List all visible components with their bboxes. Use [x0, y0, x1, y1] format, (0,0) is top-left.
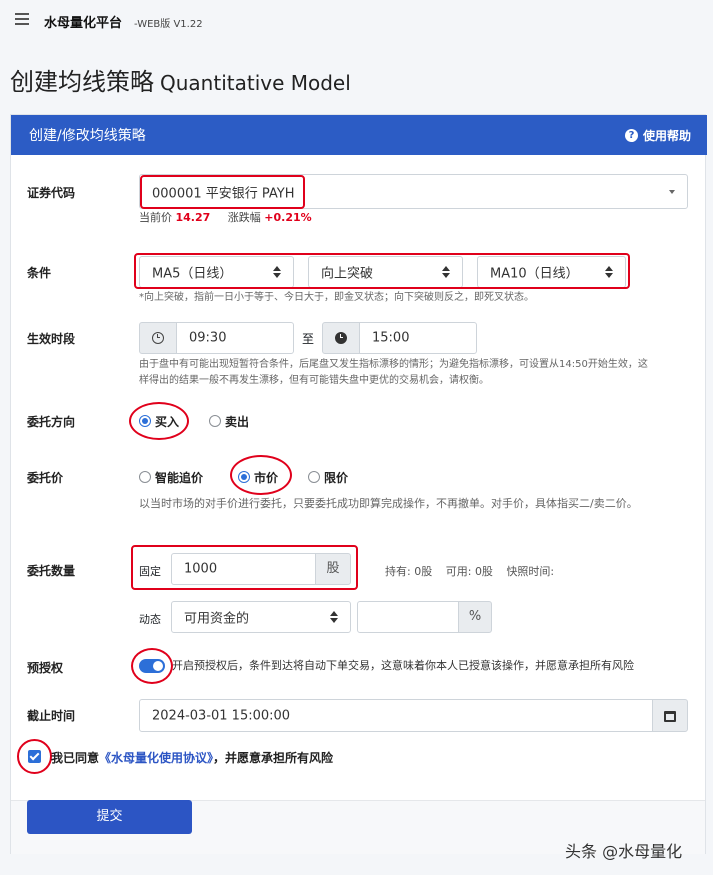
smart-price-radio[interactable] — [139, 471, 151, 483]
submit-button[interactable]: 提交 — [27, 800, 192, 834]
snapshot-label: 快照时间: — [506, 565, 555, 578]
buy-radio[interactable] — [139, 415, 151, 427]
period-hint-2: 样得出的结果一般不再发生漂移，但有可能错失盘中更优的交易机会，请权衡。 — [139, 375, 489, 386]
market-price-radio[interactable] — [238, 471, 250, 483]
price-label: 当前价 — [139, 211, 172, 224]
ma-right-value: MA10（日线） — [490, 266, 579, 282]
top-bar: 水母量化平台 -WEB版 V1.22 — [0, 0, 713, 44]
agreement-link[interactable]: 《水母量化使用协议》 — [99, 751, 213, 765]
dynamic-select[interactable]: 可用资金的 — [171, 601, 351, 633]
app-title: 水母量化平台 — [44, 16, 123, 31]
preauth-label: 预授权 — [27, 661, 64, 675]
agreement-prefix: 我已同意 — [51, 751, 100, 765]
security-value: 000001 平安银行 PAYH — [152, 186, 295, 201]
security-select[interactable]: 000001 平安银行 PAYH — [139, 174, 688, 209]
cross-select[interactable]: 向上突破 — [308, 256, 463, 288]
quantity-unit: 股 — [315, 553, 351, 585]
sell-radio[interactable] — [209, 415, 221, 427]
limit-price-label[interactable]: 限价 — [324, 469, 348, 486]
condition-label: 条件 — [27, 266, 52, 280]
agreement-text: 我已同意《水母量化使用协议》，并愿意承担所有风险 — [51, 749, 333, 766]
price-type-label: 委托价 — [27, 471, 64, 485]
hold-value: 0股 — [414, 565, 433, 578]
strategy-form-card: 创建/修改均线策略 ? 使用帮助 — [10, 114, 707, 854]
price-value: 14.27 — [175, 211, 211, 224]
start-time-input[interactable]: 09:30 — [176, 322, 294, 354]
dynamic-select-value: 可用资金的 — [184, 611, 250, 627]
clock-addon — [322, 322, 360, 354]
smart-price-label[interactable]: 智能追价 — [155, 469, 203, 486]
security-label: 证券代码 — [27, 186, 76, 200]
watermark: 头条 @水母量化 — [565, 842, 683, 861]
quantity-label: 委托数量 — [27, 564, 76, 578]
ma-left-value: MA5（日线） — [152, 266, 233, 282]
clock-icon — [335, 332, 347, 344]
agreement-suffix: ，并愿意承担所有风险 — [213, 751, 334, 765]
agreement-checkbox[interactable] — [28, 750, 41, 763]
page-subtitle: Quantitative Model — [160, 71, 351, 95]
avail-value: 0股 — [474, 565, 493, 578]
ma-left-select[interactable]: MA5（日线） — [139, 256, 294, 288]
calendar-button[interactable] — [652, 699, 688, 732]
calendar-icon — [664, 710, 676, 722]
end-time-input[interactable]: 15:00 — [359, 322, 477, 354]
percent-unit: % — [458, 601, 492, 633]
select-arrows-icon — [442, 266, 450, 278]
dynamic-label: 动态 — [139, 613, 161, 626]
select-arrows-icon — [273, 266, 281, 278]
preauth-toggle[interactable] — [139, 659, 165, 673]
app-version: -WEB版 V1.22 — [134, 19, 203, 30]
limit-price-radio[interactable] — [308, 471, 320, 483]
quote-line: 当前价 14.27 涨跌幅 +0.21% — [139, 210, 312, 226]
holdings-line: 持有: 0股 可用: 0股 快照时间: — [385, 563, 554, 579]
card-header: 创建/修改均线策略 ? 使用帮助 — [11, 115, 707, 155]
change-value: +0.21% — [264, 211, 312, 224]
avail-label: 可用: — [445, 565, 472, 578]
page-title: 创建均线策略 Quantitative Model — [10, 62, 351, 97]
chevron-down-icon — [669, 189, 675, 194]
help-link[interactable]: ? 使用帮助 — [624, 127, 691, 144]
period-to: 至 — [302, 332, 315, 346]
clock-addon — [139, 322, 177, 354]
deadline-input[interactable]: 2024-03-01 15:00:00 — [139, 699, 653, 732]
hold-label: 持有: — [385, 565, 411, 578]
end-time-value: 15:00 — [372, 330, 410, 346]
period-label: 生效时段 — [27, 332, 76, 346]
preauth-text: 开启预授权后，条件到达将自动下单交易，这意味着你本人已授意该操作，并愿意承担所有… — [172, 659, 634, 672]
condition-hint: *向上突破，指前一日小于等于、今日大于，即金叉状态；向下突破则反之，即死叉状态。 — [139, 292, 534, 303]
price-type-hint: 以当时市场的对手价进行委托，只要委托成功即算完成操作，不再撤单。对手价，具体指买… — [139, 497, 638, 510]
cross-value: 向上突破 — [321, 266, 374, 282]
ma-right-select[interactable]: MA10（日线） — [477, 256, 626, 288]
change-label: 涨跌幅 — [227, 211, 261, 224]
quantity-input[interactable]: 1000 — [171, 553, 316, 585]
question-icon: ? — [624, 129, 638, 142]
period-hint-1: 由于盘中有可能出现短暂符合条件，后尾盘又发生指标漂移的情形；为避免指标漂移，可设… — [139, 359, 648, 370]
sell-label[interactable]: 卖出 — [225, 413, 249, 430]
quantity-value: 1000 — [184, 561, 218, 577]
help-label: 使用帮助 — [642, 129, 691, 143]
clock-icon — [152, 332, 164, 344]
buy-label[interactable]: 买入 — [155, 413, 179, 430]
market-price-label[interactable]: 市价 — [254, 469, 278, 486]
select-arrows-icon — [605, 266, 613, 278]
deadline-value: 2024-03-01 15:00:00 — [152, 708, 291, 723]
deadline-label: 截止时间 — [27, 709, 76, 723]
menu-icon[interactable] — [15, 13, 29, 25]
page-title-text: 创建均线策略 — [10, 68, 154, 96]
select-arrows-icon — [330, 611, 338, 623]
percent-input[interactable] — [357, 601, 459, 633]
card-title: 创建/修改均线策略 — [29, 128, 146, 144]
fixed-label: 固定 — [139, 565, 161, 578]
start-time-value: 09:30 — [189, 330, 227, 346]
direction-label: 委托方向 — [27, 415, 76, 429]
